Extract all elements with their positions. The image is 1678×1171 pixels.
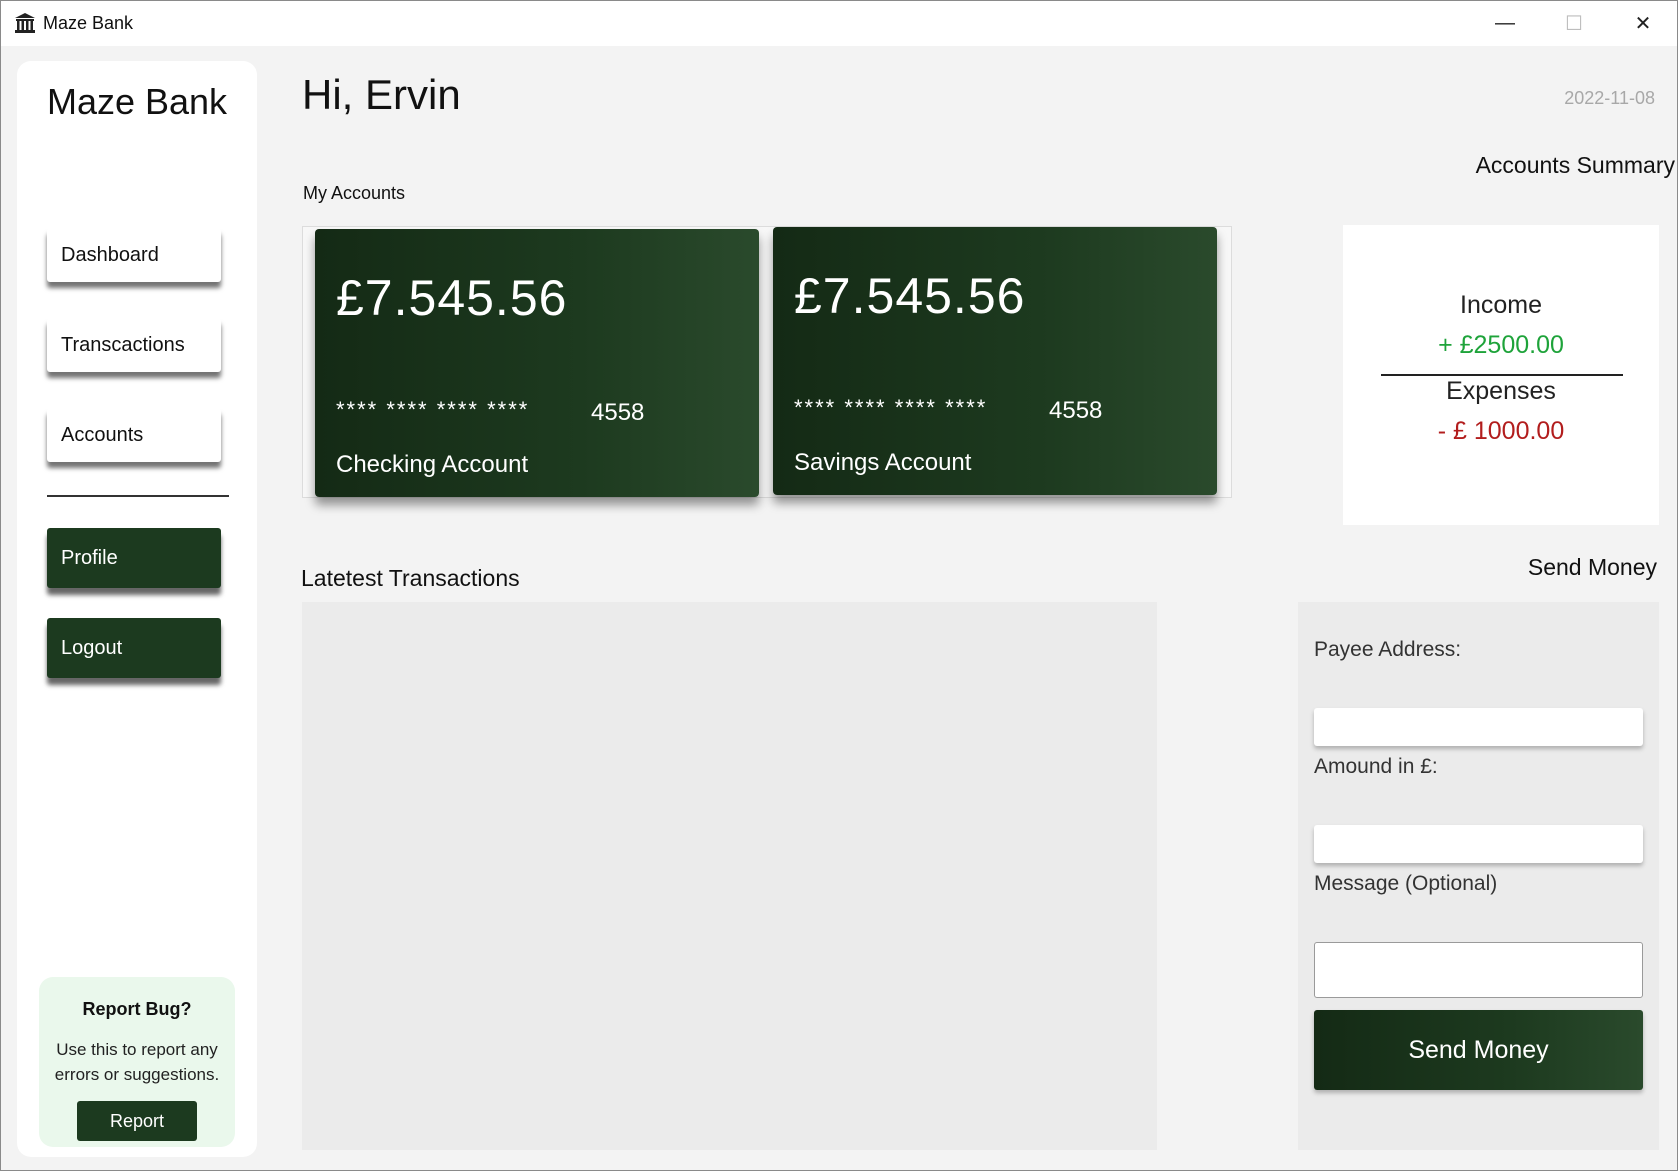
income-value: + £2500.00 (1438, 331, 1564, 359)
message-label: Message (Optional) (1314, 872, 1498, 895)
nav-accounts-label: Accounts (61, 423, 144, 446)
income-label: Income (1460, 291, 1542, 319)
nav-dashboard-label: Dashboard (61, 243, 159, 266)
send-money-panel: Payee Address: Amound in £: Message (Opt… (1298, 602, 1659, 1150)
amount-input[interactable] (1314, 825, 1643, 863)
report-bug-title: Report Bug? (82, 999, 192, 1019)
report-button[interactable]: Report (77, 1101, 197, 1141)
report-bug-panel: Report Bug? Use this to report any error… (39, 977, 235, 1147)
minimize-icon: — (1495, 12, 1515, 34)
card-last-four: 4558 (1049, 397, 1103, 424)
report-button-label: Report (109, 1110, 165, 1131)
report-bug-text: Use this to report any errors or suggest… (54, 1040, 220, 1084)
latest-transactions-title: Latetest Transactions (301, 565, 520, 591)
brand-title: Maze Bank (46, 81, 228, 122)
sidebar: Maze Bank Dashboard Transcactions Accoun… (17, 61, 257, 1157)
accounts-cards-container: £7.545.56 **** **** **** **** 4558 Check… (302, 226, 1232, 498)
nav-logout-button[interactable]: Logout (47, 618, 221, 678)
maximize-button[interactable]: ☐ (1539, 1, 1609, 46)
message-input[interactable] (1314, 942, 1643, 998)
expenses-label: Expenses (1446, 377, 1556, 405)
latest-transactions-list[interactable] (302, 602, 1157, 1150)
payee-address-label: Payee Address: (1314, 638, 1462, 661)
send-money-button[interactable]: Send Money (1314, 1010, 1643, 1090)
current-date: 2022-11-08 (1564, 88, 1655, 108)
nav-logout-label: Logout (61, 636, 123, 659)
title-bar: Maze Bank — ☐ ✕ (1, 1, 1677, 46)
accounts-summary-panel: Income + £2500.00 Expenses - £ 1000.00 (1343, 225, 1659, 525)
card-account-type: Savings Account (794, 449, 972, 476)
close-button[interactable]: ✕ (1608, 1, 1678, 46)
savings-account-card[interactable]: £7.545.56 **** **** **** **** 4558 Savin… (773, 227, 1217, 495)
send-money-button-label: Send Money (1408, 1035, 1549, 1064)
card-balance: £7.545.56 (336, 270, 568, 326)
app-window: Maze Bank — ☐ ✕ Maze Bank Dashboard Tran… (0, 0, 1678, 1171)
accounts-summary-title: Accounts Summary (1475, 152, 1675, 178)
card-last-four: 4558 (591, 399, 645, 426)
nav-transactions-button[interactable]: Transcactions (47, 318, 221, 372)
window-title: Maze Bank (43, 13, 134, 33)
nav-transactions-label: Transcactions (61, 333, 185, 356)
minimize-button[interactable]: — (1470, 1, 1540, 46)
card-balance: £7.545.56 (794, 268, 1026, 324)
sidebar-divider (47, 495, 229, 497)
checking-account-card[interactable]: £7.545.56 **** **** **** **** 4558 Check… (315, 229, 759, 497)
payee-address-input[interactable] (1314, 708, 1643, 746)
my-accounts-label: My Accounts (303, 183, 406, 203)
send-money-title: Send Money (1527, 554, 1657, 580)
maximize-icon: ☐ (1565, 13, 1583, 35)
card-account-type: Checking Account (336, 451, 529, 478)
amount-label: Amound in £: (1314, 755, 1438, 778)
card-number-mask: **** **** **** **** (336, 397, 530, 422)
expenses-value: - £ 1000.00 (1437, 417, 1565, 445)
nav-profile-button[interactable]: Profile (47, 528, 221, 588)
summary-divider (1381, 374, 1623, 376)
nav-accounts-button[interactable]: Accounts (47, 408, 221, 462)
card-number-mask: **** **** **** **** (794, 395, 988, 420)
nav-profile-label: Profile (61, 546, 118, 569)
greeting-title: Hi, Ervin (302, 71, 461, 118)
nav-dashboard-button[interactable]: Dashboard (47, 228, 221, 282)
close-icon: ✕ (1634, 13, 1652, 35)
bank-icon (15, 13, 35, 33)
